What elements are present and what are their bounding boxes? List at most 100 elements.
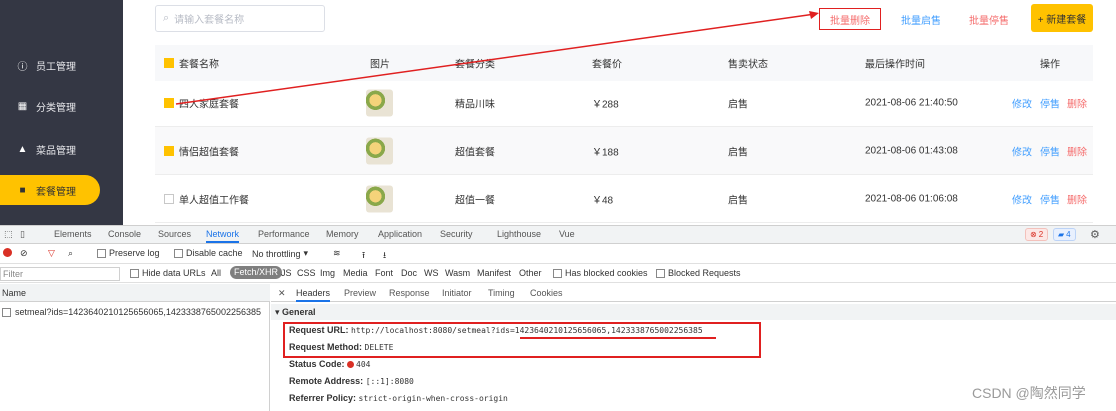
gear-icon[interactable]: ⚙: [1090, 228, 1100, 241]
tab-initiator[interactable]: Initiator: [442, 288, 472, 298]
blocked-requests-checkbox[interactable]: Blocked Requests: [656, 268, 741, 278]
close-icon[interactable]: ✕: [278, 288, 286, 299]
row-checkbox[interactable]: [164, 145, 174, 156]
tab-vue[interactable]: Vue: [559, 229, 575, 239]
name-column-header[interactable]: Name: [0, 284, 270, 302]
filter-input[interactable]: Filter: [0, 267, 120, 281]
setmeal-price: ￥288: [592, 99, 619, 110]
filter-css[interactable]: CSS: [297, 268, 316, 278]
filter-img[interactable]: Img: [320, 268, 335, 278]
table-row: 单人超值工作餐 超值一餐 ￥48 启售 2021-08-06 01:06:08 …: [155, 175, 1093, 223]
row-checkbox[interactable]: [164, 97, 174, 108]
record-button[interactable]: [3, 248, 12, 257]
request-name: setmeal?ids=1423640210125656065,14233387…: [15, 307, 261, 317]
filter-all[interactable]: All: [211, 268, 221, 278]
tab-performance[interactable]: Performance: [258, 229, 310, 239]
sidebar-item-category[interactable]: ▦ 分类管理: [0, 91, 123, 121]
setmeal-time: 2021-08-06 01:43:08: [865, 145, 958, 156]
filter-manifest[interactable]: Manifest: [477, 268, 511, 278]
tab-cookies[interactable]: Cookies: [530, 288, 563, 298]
request-file-icon: [2, 307, 11, 317]
batch-disable-button[interactable]: 批量停售: [969, 12, 1009, 27]
filter-wasm[interactable]: Wasm: [445, 268, 470, 278]
setmeal-image: [366, 137, 393, 164]
tab-memory[interactable]: Memory: [326, 229, 359, 239]
tab-response[interactable]: Response: [389, 288, 430, 298]
wifi-icon[interactable]: ≋: [333, 248, 341, 259]
tab-console[interactable]: Console: [108, 229, 141, 239]
error-count-badge[interactable]: ⊗ 2: [1025, 228, 1049, 241]
delete-link[interactable]: 删除: [1067, 143, 1087, 158]
tab-timing[interactable]: Timing: [488, 288, 515, 298]
setmeal-name: 情侣超值套餐: [179, 147, 239, 158]
filter-icon[interactable]: ▽: [48, 248, 55, 259]
request-row[interactable]: setmeal?ids=1423640210125656065,14233387…: [0, 304, 270, 320]
request-method-value: DELETE: [364, 343, 394, 352]
remote-address-value: [::1]:8080: [365, 377, 414, 386]
tab-application[interactable]: Application: [378, 229, 422, 239]
general-section-header[interactable]: ▾ General: [271, 304, 1116, 320]
blocked-cookies-checkbox[interactable]: Has blocked cookies: [553, 268, 648, 278]
setmeal-name: 四人家庭套餐: [179, 99, 239, 110]
delete-link[interactable]: 删除: [1067, 95, 1087, 110]
filter-bar: Filter Hide data URLs All Fetch/XHR JS C…: [0, 265, 1116, 283]
grid-icon: ▦: [17, 100, 28, 112]
edit-link[interactable]: 修改: [1012, 143, 1032, 158]
tab-security[interactable]: Security: [440, 229, 473, 239]
upload-icon[interactable]: ⭱: [362, 248, 365, 264]
stop-link[interactable]: 停售: [1040, 191, 1060, 206]
preserve-log-checkbox[interactable]: Preserve log: [97, 248, 160, 258]
message-count-badge[interactable]: ▰ 4: [1053, 228, 1076, 241]
message-count: 4: [1066, 230, 1071, 239]
checkbox-box: [553, 268, 562, 278]
search-placeholder: 请输入套餐名称: [174, 15, 245, 26]
annotation-ids-underline: [520, 337, 716, 339]
tab-elements[interactable]: Elements: [54, 229, 92, 239]
referrer-policy-value: strict-origin-when-cross-origin: [358, 394, 508, 403]
sidebar-item-employee[interactable]: ⓘ 员工管理: [0, 50, 123, 80]
stop-link[interactable]: 停售: [1040, 143, 1060, 158]
setmeal-status: 启售: [728, 147, 748, 158]
tab-network[interactable]: Network: [206, 229, 240, 243]
search-input[interactable]: ⌕ 请输入套餐名称: [155, 5, 325, 32]
row-checkbox[interactable]: [164, 193, 174, 204]
batch-enable-button[interactable]: 批量启售: [901, 12, 941, 27]
filter-doc[interactable]: Doc: [401, 268, 417, 278]
tab-headers[interactable]: Headers: [296, 288, 331, 302]
screenshot-root: ⓘ 员工管理 ▦ 分类管理 ▲ 菜品管理 ■ 套餐管理 ⌕ 请输入套餐名称 批量…: [0, 0, 1116, 411]
request-method-row: Request Method: DELETE: [289, 342, 393, 352]
sidebar-item-setmeal[interactable]: ■ 套餐管理: [0, 175, 100, 205]
new-setmeal-button[interactable]: + 新建套餐: [1031, 4, 1093, 32]
filter-fetch-xhr[interactable]: Fetch/XHR: [230, 266, 283, 279]
hide-data-urls-checkbox[interactable]: Hide data URLs: [130, 268, 206, 278]
delete-link[interactable]: 删除: [1067, 191, 1087, 206]
throttling-select[interactable]: No throttling ▾: [252, 248, 308, 259]
search-icon[interactable]: ⌕: [68, 248, 73, 259]
filter-ws[interactable]: WS: [424, 268, 439, 278]
stop-link[interactable]: 停售: [1040, 95, 1060, 110]
edit-link[interactable]: 修改: [1012, 191, 1032, 206]
table-row: 四人家庭套餐 精品川味 ￥288 启售 2021-08-06 21:40:50 …: [155, 79, 1093, 127]
inspect-icon[interactable]: ⬚: [4, 229, 13, 240]
filter-media[interactable]: Media: [343, 268, 368, 278]
device-icon[interactable]: ▯: [20, 229, 25, 240]
download-icon[interactable]: ⭳: [383, 248, 386, 264]
setmeal-price: ￥48: [592, 195, 614, 206]
filter-font[interactable]: Font: [375, 268, 393, 278]
tab-sources[interactable]: Sources: [158, 229, 191, 239]
filter-other[interactable]: Other: [519, 268, 542, 278]
sidebar-item-dish[interactable]: ▲ 菜品管理: [0, 134, 123, 164]
clear-icon[interactable]: ⊘: [20, 248, 28, 259]
edit-link[interactable]: 修改: [1012, 95, 1032, 110]
batch-delete-button[interactable]: 批量删除: [819, 8, 881, 30]
tab-preview[interactable]: Preview: [344, 288, 376, 298]
select-all-checkbox[interactable]: [164, 58, 174, 68]
tab-lighthouse[interactable]: Lighthouse: [497, 229, 541, 239]
error-icon: ⊗: [1030, 230, 1037, 239]
disable-cache-checkbox[interactable]: Disable cache: [174, 248, 243, 258]
blocked-requests-label: Blocked Requests: [668, 268, 741, 278]
request-url-value: http://localhost:8080/setmeal?ids=142364…: [351, 326, 703, 335]
disable-cache-label: Disable cache: [186, 248, 243, 258]
col-time: 最后操作时间: [865, 59, 925, 71]
filter-js[interactable]: JS: [281, 268, 292, 278]
